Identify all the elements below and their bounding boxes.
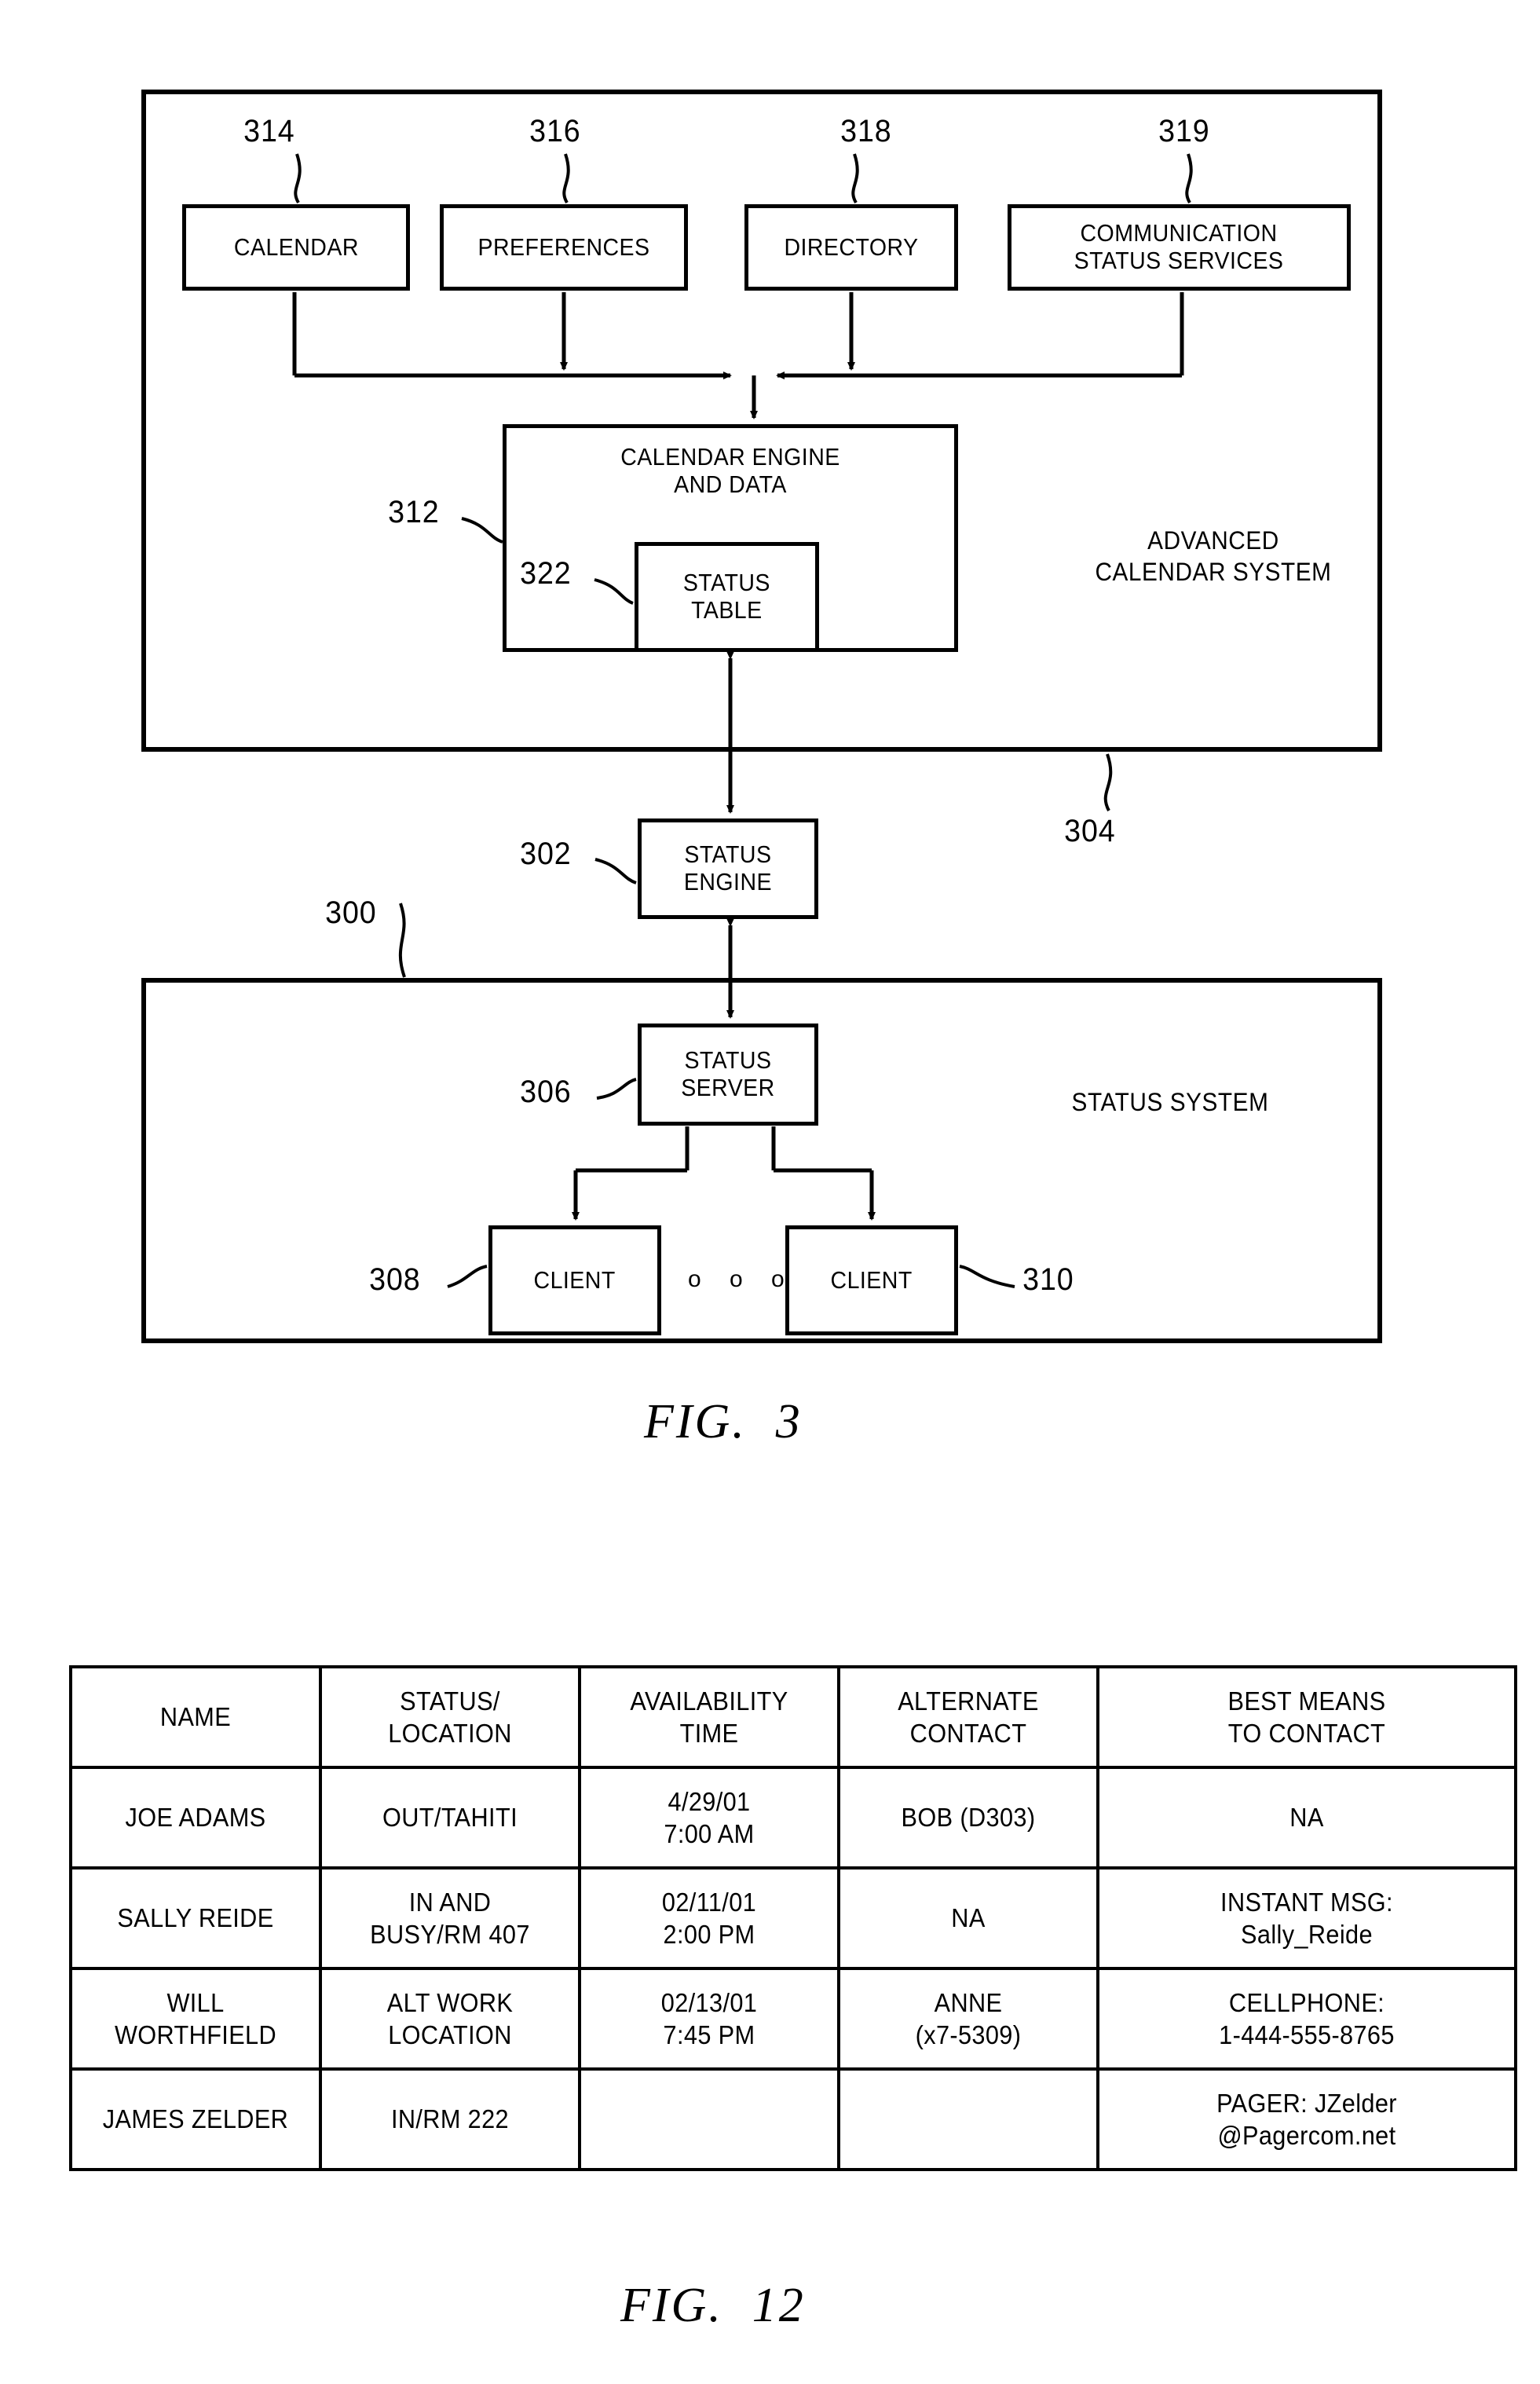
cell-name: JOE ADAMS (69, 1766, 322, 1869)
cell-availability-time-value: 4/29/01 7:00 AM (664, 1786, 755, 1848)
communication-status-services-box: COMMUNICATION STATUS SERVICES (1008, 204, 1351, 291)
cell-best-means: CELLPHONE: 1-444-555-8765 (1096, 1967, 1517, 2071)
ref-302: 302 (520, 837, 572, 871)
figure-3-caption: FIG. 3 (644, 1395, 803, 1448)
cell-status-location: OUT/TAHITI (319, 1766, 581, 1869)
cell-availability-time-value: 02/11/01 2:00 PM (661, 1887, 757, 1949)
ref-312: 312 (388, 495, 440, 529)
cell-availability-time: 02/13/01 7:45 PM (578, 1967, 840, 2071)
cell-alternate-contact: BOB (D303) (837, 1766, 1099, 1869)
ref-318: 318 (840, 114, 892, 148)
status-table-box-label: STATUS TABLE (682, 569, 771, 624)
status-table: NAME STATUS/ LOCATION AVAILABILITY TIME … (69, 1665, 1517, 2171)
cell-name: WILL WORTHFIELD (69, 1967, 322, 2071)
cell-name-value: JOE ADAMS (125, 1803, 266, 1833)
column-header-availability-time-label: AVAILABILITY TIME (630, 1686, 788, 1748)
cell-status-location: IN/RM 222 (319, 2067, 581, 2171)
figure-12-caption: FIG. 12 (620, 2279, 806, 2332)
ref-300: 300 (325, 895, 377, 930)
column-header-alternate-contact-label: ALTERNATE CONTACT (898, 1686, 1039, 1748)
status-engine-box: STATUS ENGINE (638, 818, 818, 919)
column-header-best-means-label: BEST MEANS TO CONTACT (1227, 1686, 1386, 1748)
cell-status-location: ALT WORK LOCATION (319, 1967, 581, 2071)
cell-availability-time (578, 2067, 840, 2171)
client-box-left: CLIENT (488, 1225, 661, 1335)
preferences-box-label: PREFERENCES (477, 233, 650, 261)
cell-alternate-contact: NA (837, 1866, 1099, 1970)
column-header-name-label: NAME (159, 1702, 232, 1732)
cell-alternate-contact (837, 2067, 1099, 2171)
figure-3: 304 ADVANCED CALENDAR SYSTEM CALENDAR 31… (0, 0, 1540, 1555)
column-header-availability-time: AVAILABILITY TIME (578, 1665, 840, 1769)
cell-best-means-value: NA (1289, 1803, 1324, 1833)
client-box-right: CLIENT (785, 1225, 958, 1335)
cell-status-location-value: OUT/TAHITI (382, 1803, 518, 1833)
ref-322: 322 (520, 556, 572, 591)
cell-name-value: JAMES ZELDER (102, 2104, 289, 2134)
cell-best-means-value: CELLPHONE: 1-444-555-8765 (1219, 1987, 1395, 2049)
column-header-status-location-label: STATUS/ LOCATION (388, 1686, 512, 1748)
preferences-box: PREFERENCES (440, 204, 688, 291)
ref-308: 308 (369, 1262, 421, 1297)
ref-314: 314 (243, 114, 295, 148)
cell-name-value: WILL WORTHFIELD (114, 1987, 277, 2049)
cell-alternate-contact-value: BOB (D303) (901, 1803, 1036, 1833)
cell-status-location-value: IN/RM 222 (390, 2104, 510, 2134)
table-header-row: NAME STATUS/ LOCATION AVAILABILITY TIME … (69, 1665, 1517, 1769)
cell-name: SALLY REIDE (69, 1866, 322, 1970)
client-ellipsis: o o o (688, 1266, 796, 1292)
calendar-engine-box-label: CALENDAR ENGINE AND DATA (620, 443, 840, 498)
table-row: JAMES ZELDER IN/RM 222 PAGER: JZelder @P… (69, 2067, 1517, 2171)
cell-best-means: NA (1096, 1766, 1517, 1869)
status-server-box: STATUS SERVER (638, 1024, 818, 1126)
table-row: JOE ADAMS OUT/TAHITI 4/29/01 7:00 AM BOB… (69, 1766, 1517, 1869)
table-row: SALLY REIDE IN AND BUSY/RM 407 02/11/01 … (69, 1866, 1517, 1970)
cell-alternate-contact-value: NA (951, 1903, 986, 1933)
status-table-box: STATUS TABLE (635, 542, 819, 652)
advanced-calendar-system-label: ADVANCED CALENDAR SYSTEM (1095, 526, 1332, 586)
column-header-alternate-contact: ALTERNATE CONTACT (837, 1665, 1099, 1769)
ref-310: 310 (1022, 1262, 1074, 1297)
table-row: WILL WORTHFIELD ALT WORK LOCATION 02/13/… (69, 1967, 1517, 2071)
status-system-label: STATUS SYSTEM (1071, 1088, 1269, 1116)
column-header-best-means: BEST MEANS TO CONTACT (1096, 1665, 1517, 1769)
calendar-box: CALENDAR (182, 204, 410, 291)
cell-best-means: INSTANT MSG: Sally_Reide (1096, 1866, 1517, 1970)
cell-availability-time-value: 02/13/01 7:45 PM (660, 1987, 758, 2049)
directory-box-label: DIRECTORY (784, 233, 919, 261)
client-box-right-label: CLIENT (830, 1265, 913, 1294)
cell-availability-time: 4/29/01 7:00 AM (578, 1766, 840, 1869)
cell-status-location-value: IN AND BUSY/RM 407 (370, 1887, 530, 1949)
ref-316: 316 (529, 114, 581, 148)
cell-availability-time: 02/11/01 2:00 PM (578, 1866, 840, 1970)
client-box-left-label: CLIENT (533, 1265, 616, 1294)
status-server-box-label: STATUS SERVER (681, 1046, 775, 1101)
ref-319: 319 (1158, 114, 1210, 148)
cell-status-location-value: ALT WORK LOCATION (386, 1987, 514, 2049)
cell-status-location: IN AND BUSY/RM 407 (319, 1866, 581, 1970)
cell-name: JAMES ZELDER (69, 2067, 322, 2171)
cell-alternate-contact: ANNE (x7-5309) (837, 1967, 1099, 2071)
communication-status-services-box-label: COMMUNICATION STATUS SERVICES (1074, 219, 1284, 274)
column-header-status-location: STATUS/ LOCATION (319, 1665, 581, 1769)
ref-304: 304 (1064, 814, 1116, 848)
figure-12: NAME STATUS/ LOCATION AVAILABILITY TIME … (0, 1555, 1540, 2384)
column-header-name: NAME (69, 1665, 322, 1769)
cell-best-means-value: PAGER: JZelder @Pagercom.net (1216, 2088, 1397, 2150)
ref-306: 306 (520, 1075, 572, 1109)
cell-name-value: SALLY REIDE (117, 1903, 274, 1933)
calendar-box-label: CALENDAR (233, 233, 359, 261)
directory-box: DIRECTORY (744, 204, 958, 291)
cell-alternate-contact-value: ANNE (x7-5309) (915, 1987, 1022, 2049)
cell-best-means: PAGER: JZelder @Pagercom.net (1096, 2067, 1517, 2171)
status-engine-box-label: STATUS ENGINE (683, 840, 773, 895)
advanced-calendar-system-boundary (141, 90, 1382, 752)
cell-best-means-value: INSTANT MSG: Sally_Reide (1220, 1887, 1393, 1949)
